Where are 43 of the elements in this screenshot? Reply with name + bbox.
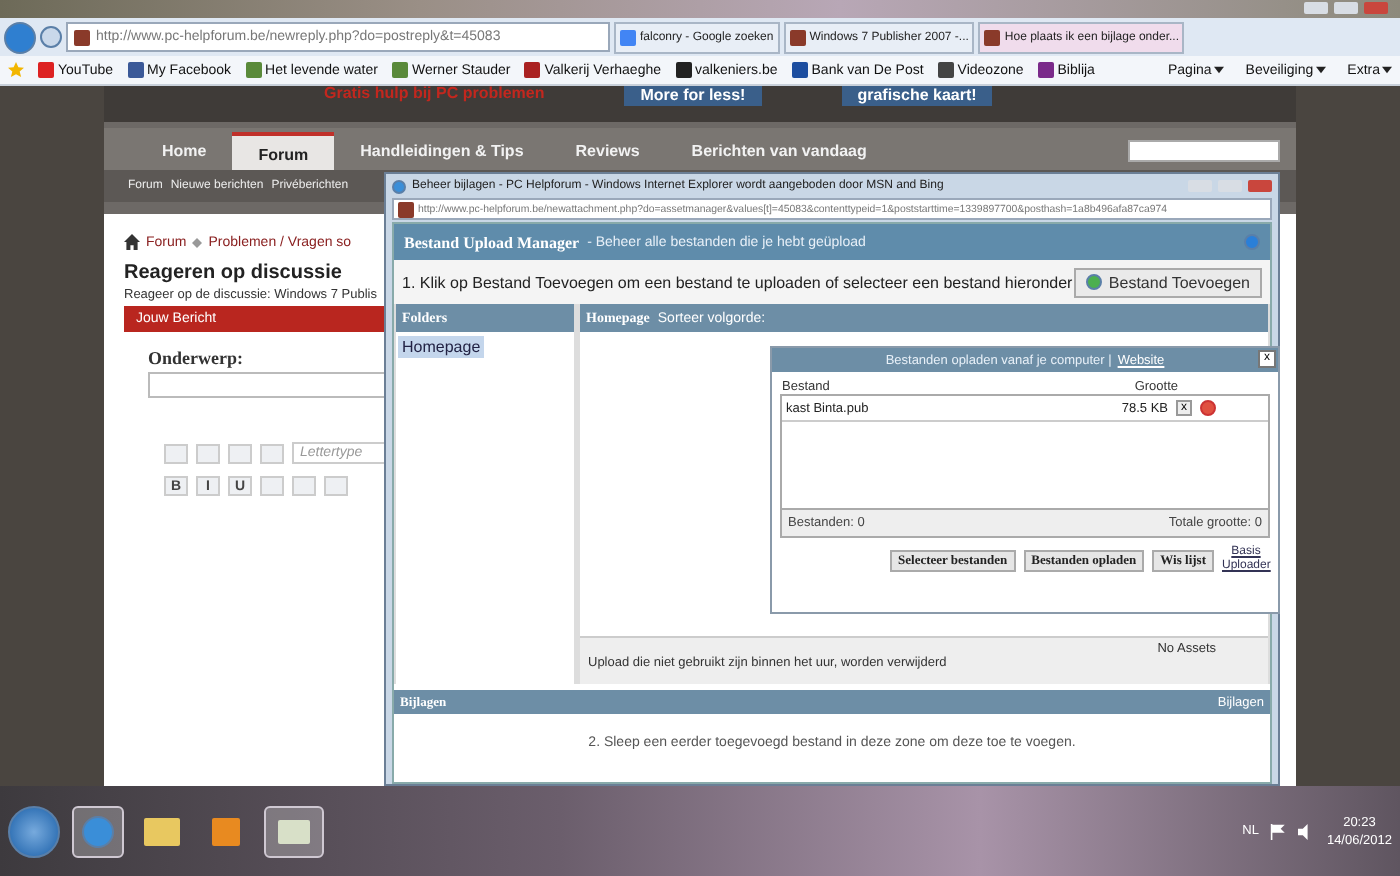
site-icon: [74, 29, 90, 45]
site-tagline: Gratis hulp bij PC problemen: [324, 86, 545, 102]
align-icon[interactable]: [260, 476, 284, 496]
nav-tab[interactable]: Handleidingen & Tips: [334, 132, 550, 170]
instruction-text: 1. Klik op Bestand Toevoegen om een bestand te uploaden of selecteer een bestand hieronder: [402, 273, 1073, 291]
align-icon[interactable]: [324, 476, 348, 496]
window-taskbar-icon[interactable]: [264, 805, 324, 857]
nav-tab[interactable]: Berichten van vandaag: [665, 132, 893, 170]
home-icon: [124, 234, 140, 250]
caret-icon: [1315, 66, 1326, 74]
close-button[interactable]: [1364, 2, 1388, 14]
maximize-button[interactable]: [1334, 2, 1358, 14]
separator-icon: [192, 237, 203, 247]
manager-title: Bestand Upload Manager: [404, 233, 580, 251]
toolbar-icon[interactable]: [228, 443, 252, 463]
toolbar-icon[interactable]: [164, 443, 188, 463]
field-label: Onderwerp:: [148, 348, 243, 368]
site-icon: [398, 201, 414, 217]
close-button[interactable]: [1248, 180, 1272, 192]
forward-button[interactable]: [40, 26, 62, 48]
help-icon[interactable]: [1244, 234, 1260, 250]
toolbar-icon[interactable]: [260, 443, 284, 463]
search-field[interactable]: [1128, 140, 1280, 162]
toolbar-icon[interactable]: [196, 443, 220, 463]
minimize-button[interactable]: [1304, 2, 1328, 14]
caret-icon: [1382, 66, 1392, 74]
flag-icon[interactable]: [1270, 823, 1287, 839]
star-icon: [8, 62, 24, 78]
ad-banner: More for less!: [624, 86, 762, 106]
add-file-button[interactable]: Bestand Toevoegen: [1074, 267, 1262, 297]
warning-icon: [1200, 400, 1216, 416]
ad-banner: grafische kaart!: [841, 86, 993, 106]
nav-tab[interactable]: Home: [136, 132, 233, 170]
nav-tab[interactable]: Forum: [232, 132, 335, 170]
caret-icon: [1213, 66, 1224, 74]
align-icon[interactable]: [292, 476, 316, 496]
start-button[interactable]: [8, 805, 60, 857]
browser-icon: [392, 179, 406, 193]
page-title: Reageren op discussie: [124, 262, 342, 284]
browser-taskbar-icon[interactable]: [72, 805, 124, 857]
nav-tab[interactable]: Reviews: [549, 132, 666, 170]
back-button[interactable]: [4, 21, 36, 53]
folder-item[interactable]: Homepage: [398, 336, 485, 358]
